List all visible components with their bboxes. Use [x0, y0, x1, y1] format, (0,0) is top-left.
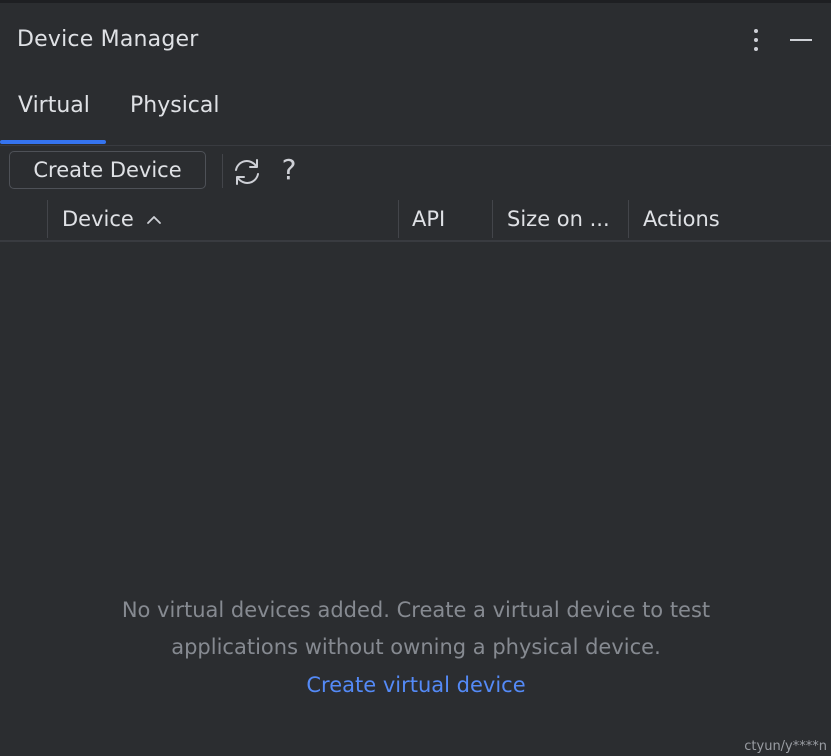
toolbar-separator — [222, 154, 223, 188]
tab-bar: Virtual Physical — [0, 75, 831, 146]
empty-state-message-line-1: No virtual devices added. Create a virtu… — [121, 598, 711, 622]
more-options-icon[interactable] — [744, 25, 768, 55]
minimize-icon[interactable] — [786, 27, 816, 53]
help-icon[interactable]: ? — [276, 152, 302, 188]
panel-title: Device Manager — [17, 27, 199, 52]
panel-header: Device Manager — [0, 3, 831, 75]
column-header-api[interactable]: API — [412, 198, 488, 240]
column-header-actions[interactable]: Actions — [643, 198, 823, 240]
table-header: Device API Size on ... Actions — [0, 198, 831, 242]
refresh-icon[interactable] — [230, 155, 264, 189]
create-virtual-device-link[interactable]: Create virtual device — [306, 670, 525, 700]
tab-virtual[interactable]: Virtual — [18, 93, 90, 118]
empty-state-message-line-2: applications without owning a physical d… — [171, 635, 661, 659]
column-divider — [628, 200, 629, 238]
sort-ascending-icon — [146, 216, 161, 224]
column-divider — [492, 200, 493, 238]
empty-state: No virtual devices added. Create a virtu… — [60, 592, 772, 700]
tab-physical[interactable]: Physical — [130, 93, 220, 118]
column-header-device[interactable]: Device — [62, 198, 392, 240]
toolbar: Create Device ? — [0, 146, 831, 198]
watermark: ctyun/y****n — [744, 739, 827, 754]
column-header-size-on-disk[interactable]: Size on ... — [507, 198, 625, 240]
create-device-button[interactable]: Create Device — [9, 151, 206, 189]
selected-tab-indicator — [0, 140, 106, 144]
column-divider — [398, 200, 399, 238]
column-divider — [47, 200, 48, 238]
column-header-label: Device — [62, 207, 134, 231]
